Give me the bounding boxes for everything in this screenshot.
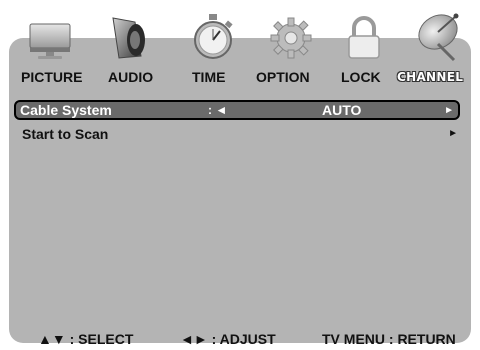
satellite-dish-icon[interactable] — [410, 6, 470, 64]
start-to-scan-label: Start to Scan — [22, 126, 109, 142]
left-arrow-icon[interactable]: : ◄ — [208, 102, 227, 119]
gear-icon[interactable] — [261, 6, 321, 64]
speaker-icon[interactable] — [99, 6, 159, 64]
menu-row-cable-system[interactable]: Cable System : ◄ AUTO ► — [14, 100, 460, 120]
tab-picture[interactable]: PICTURE — [21, 66, 82, 88]
tab-time[interactable]: TIME — [192, 66, 225, 88]
monitor-icon[interactable] — [20, 6, 80, 64]
tab-audio[interactable]: AUDIO — [108, 66, 153, 88]
menu-tab-bar: PICTURE AUDIO TIME OPTION LOCK CHANNEL — [0, 66, 480, 88]
tab-channel[interactable]: CHANNEL — [397, 66, 463, 88]
right-arrow-icon[interactable]: ► — [448, 124, 458, 144]
padlock-icon[interactable] — [334, 6, 394, 64]
osd-footer-hints: ▲▼ : SELECT ◄► : ADJUST TV MENU : RETURN — [0, 328, 480, 350]
right-arrow-icon[interactable]: ► — [444, 102, 454, 119]
cable-system-value: AUTO — [322, 102, 362, 118]
menu-row-start-to-scan[interactable]: Start to Scan ► — [16, 124, 464, 146]
adjust-hint: ◄► : ADJUST — [180, 331, 276, 347]
select-hint: ▲▼ : SELECT — [38, 331, 134, 347]
return-hint: TV MENU : RETURN — [322, 331, 456, 347]
stopwatch-icon[interactable] — [183, 6, 243, 64]
tab-lock[interactable]: LOCK — [341, 66, 381, 88]
cable-system-label: Cable System — [20, 102, 112, 118]
menu-icon-bar — [0, 0, 480, 68]
tab-option[interactable]: OPTION — [256, 66, 310, 88]
